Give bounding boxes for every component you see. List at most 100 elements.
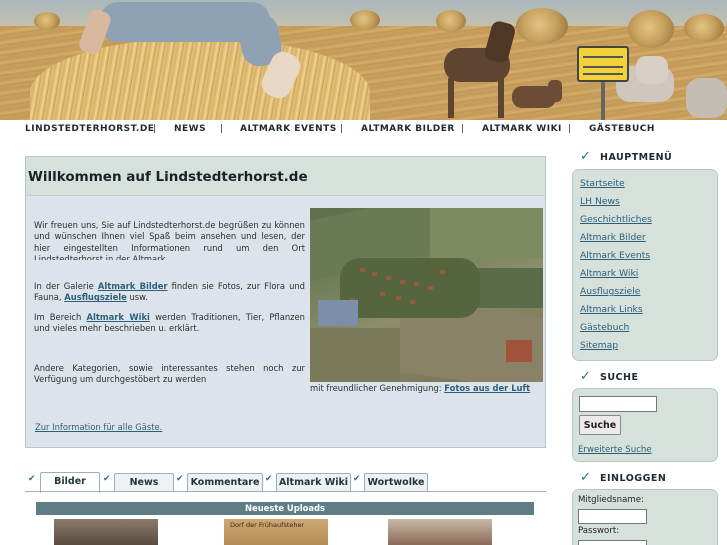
password-label: Passwort:	[578, 526, 620, 536]
horse-leg	[448, 78, 454, 118]
menu-item-altmark-events[interactable]: Altmark Events	[580, 250, 650, 261]
gallery-text-c: usw.	[126, 292, 148, 303]
menu-item-startseite[interactable]: Startseite	[580, 178, 625, 189]
welcome-header: Willkommen auf Lindstedterhorst.de	[26, 157, 545, 196]
password-field[interactable]	[578, 540, 647, 545]
content-tabs: ✔ Bilder ✔ News ✔ Kommentare ✔ Altmark W…	[25, 471, 546, 493]
hay-bale	[628, 10, 674, 48]
check-icon: ✓	[580, 470, 591, 485]
guest-info-link[interactable]: Zur Information für alle Gäste.	[35, 422, 162, 432]
uploads-header: Neueste Uploads	[36, 502, 534, 515]
house	[360, 268, 365, 272]
field-patch	[310, 328, 400, 382]
altmark-bilder-link[interactable]: Altmark Bilder	[98, 281, 168, 291]
fotos-aus-der-luft-link[interactable]: Fotos aus der Luft	[444, 383, 530, 393]
menu-item-lh-news[interactable]: LH News	[580, 196, 620, 207]
menu-item-altmark-wiki[interactable]: Altmark Wiki	[580, 268, 638, 279]
hay-bale	[34, 12, 60, 30]
nav-link-altmark-events[interactable]: ALTMARK EVENTS	[240, 124, 337, 134]
nav-link-altmark-bilder[interactable]: ALTMARK BILDER	[361, 124, 455, 134]
categories-paragraph: Andere Kategorien, sowie interessantes s…	[34, 363, 305, 385]
house	[372, 272, 377, 276]
menu-item-altmark-links[interactable]: Altmark Links	[580, 304, 643, 315]
nav-separator: |	[153, 124, 157, 134]
gallery-paragraph: In der Galerie Altmark Bilder finden sie…	[34, 281, 305, 304]
thumbnail-caption: Dorf der Frühaufsteher	[230, 521, 305, 529]
nav-link-home[interactable]: LINDSTEDTERHORST.DE	[25, 124, 154, 134]
house	[440, 270, 445, 274]
welcome-box: Willkommen auf Lindstedterhorst.de Wir f…	[25, 156, 546, 448]
tab-check-icon: ✔	[265, 474, 273, 484]
tab-news[interactable]: News	[114, 473, 174, 492]
house	[414, 282, 419, 286]
caption-text: mit freundlicher Genehmigung:	[310, 383, 445, 393]
main-menu-title: HAUPTMENÜ	[600, 152, 673, 163]
cow-body	[686, 78, 727, 118]
wiki-paragraph: Im Bereich Altmark Wiki werden Tradition…	[34, 312, 305, 335]
tab-check-icon: ✔	[28, 474, 36, 484]
hay-bale	[516, 8, 568, 44]
search-input[interactable]	[579, 396, 657, 412]
upload-thumbnail[interactable]	[388, 519, 492, 545]
upload-thumbnail[interactable]: Dorf der Frühaufsteher	[224, 519, 328, 545]
red-roofs	[506, 340, 532, 362]
ausflugsziele-link[interactable]: Ausflugsziele	[64, 292, 127, 302]
hay-bale	[436, 10, 466, 32]
top-navigation: LINDSTEDTERHORST.DE | NEWS | ALTMARK EVE…	[0, 121, 727, 139]
town-sign	[577, 46, 629, 120]
login-title: EINLOGGEN	[600, 473, 667, 484]
cow-head	[636, 56, 668, 84]
header-banner-photo	[0, 0, 727, 120]
tab-altmark-wiki[interactable]: Altmark Wiki	[276, 473, 351, 492]
house	[410, 300, 415, 304]
tab-kommentare[interactable]: Kommentare	[187, 473, 263, 492]
upload-thumbnail[interactable]	[54, 519, 158, 545]
house	[396, 296, 401, 300]
username-field[interactable]	[578, 509, 647, 524]
gallery-text-a: In der Galerie	[34, 281, 98, 291]
menu-item-geschichtliches[interactable]: Geschichtliches	[580, 214, 652, 225]
nav-separator: |	[461, 124, 465, 134]
field-patch	[430, 208, 543, 258]
check-icon: ✓	[580, 369, 591, 384]
house	[386, 276, 391, 280]
aerial-village-photo	[310, 208, 543, 382]
username-label: Mitgliedsname:	[578, 495, 644, 505]
altmark-wiki-link[interactable]: Altmark Wiki	[87, 312, 150, 322]
welcome-intro-text: Wir freuen uns, Sie auf Lindstedterhorst…	[34, 220, 305, 260]
village-area	[340, 258, 480, 318]
login-box: Mitgliedsname: Passwort:	[572, 489, 718, 545]
search-box: Suche Erweiterte Suche	[572, 388, 718, 462]
house	[380, 292, 385, 296]
latest-uploads: Neueste Uploads Dorf der Frühaufsteher	[36, 502, 534, 545]
tab-divider	[25, 491, 546, 492]
hay-bale	[684, 14, 724, 42]
check-icon: ✓	[580, 149, 591, 164]
hay-bale	[350, 10, 380, 30]
nav-link-news[interactable]: NEWS	[174, 124, 206, 134]
nav-separator: |	[568, 124, 572, 134]
tab-wortwolke[interactable]: Wortwolke	[364, 473, 428, 492]
horse-leg	[498, 78, 504, 118]
barn-roofs	[318, 300, 358, 326]
nav-link-gaestebuch[interactable]: GÄSTEBUCH	[589, 124, 655, 134]
tab-bilder[interactable]: Bilder	[40, 472, 100, 493]
main-menu-box: Startseite LH News Geschichtliches Altma…	[572, 169, 718, 361]
tab-check-icon: ✔	[103, 474, 111, 484]
aerial-photo-caption: mit freundlicher Genehmigung: Fotos aus …	[310, 383, 530, 393]
menu-item-altmark-bilder[interactable]: Altmark Bilder	[580, 232, 646, 243]
nav-link-altmark-wiki[interactable]: ALTMARK WIKI	[482, 124, 562, 134]
house	[400, 280, 405, 284]
search-button[interactable]: Suche	[579, 415, 621, 435]
house	[428, 286, 433, 290]
advanced-search-link[interactable]: Erweiterte Suche	[578, 445, 652, 455]
tab-check-icon: ✔	[353, 474, 361, 484]
menu-item-sitemap[interactable]: Sitemap	[580, 340, 618, 351]
menu-item-ausflugsziele[interactable]: Ausflugsziele	[580, 286, 640, 297]
menu-item-gaestebuch[interactable]: Gästebuch	[580, 322, 629, 333]
welcome-title: Willkommen auf Lindstedterhorst.de	[28, 169, 308, 185]
foal-head	[548, 80, 562, 102]
nav-separator: |	[220, 124, 224, 134]
search-title: SUCHE	[600, 372, 639, 383]
wiki-text-a: Im Bereich	[34, 312, 87, 322]
